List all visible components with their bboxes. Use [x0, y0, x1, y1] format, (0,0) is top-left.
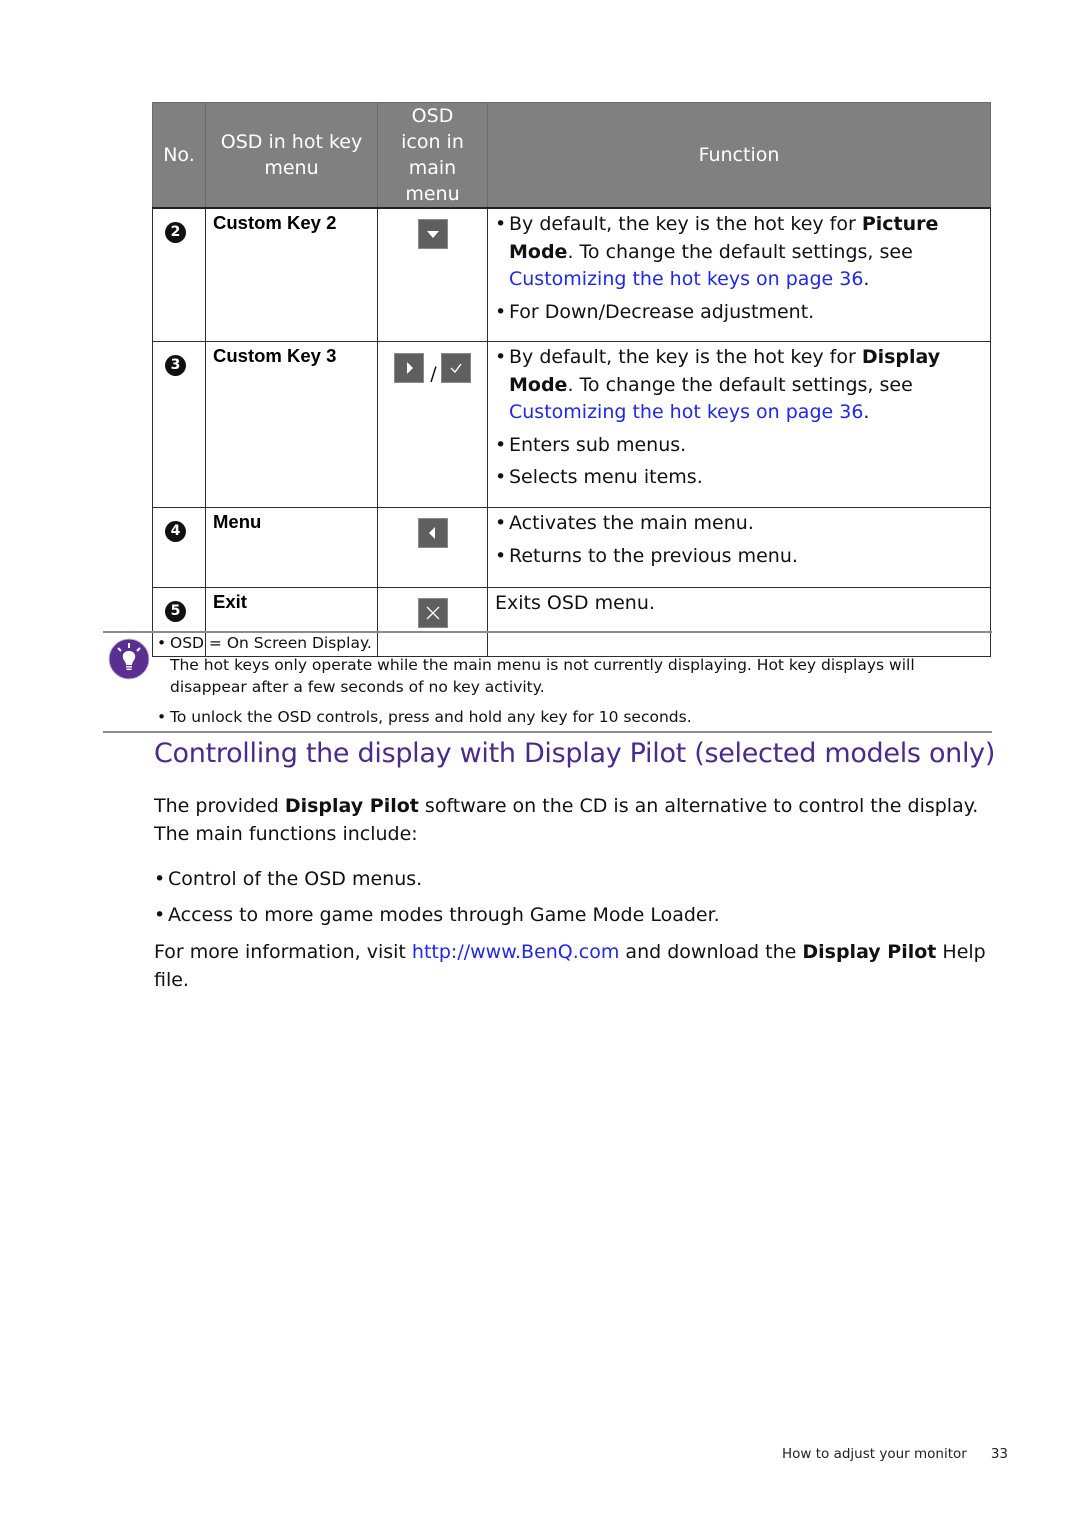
function-item: • By default, the key is the hot key for… [495, 346, 941, 423]
product-name: Display Pilot [802, 941, 937, 963]
note-continuation: The hot keys only operate while the main… [170, 656, 915, 696]
section-intro: The provided Display Pilot software on t… [154, 795, 979, 845]
note-item: • To unlock the OSD controls, press and h… [157, 708, 692, 726]
icon-separator: / [430, 363, 437, 385]
header-icon: OSD icon in main menu [377, 102, 488, 209]
row-number-badge: 3 [165, 355, 186, 376]
feature-bullet: • Access to more game modes through Game … [154, 904, 720, 926]
right-arrow-icon [394, 353, 425, 383]
customizing-hot-keys-link[interactable]: Customizing the hot keys on page 36 [509, 268, 863, 290]
function-text: Exits OSD menu. [495, 592, 655, 614]
customizing-hot-keys-link[interactable]: Customizing the hot keys on page 36 [509, 401, 863, 423]
function-item: • Activates the main menu. [495, 512, 754, 534]
down-arrow-icon [417, 219, 448, 249]
hot-key-label: Menu [213, 511, 262, 532]
header-hot-key: OSD in hot key menu [205, 102, 378, 209]
check-icon [440, 353, 471, 383]
note-block: • OSD = On Screen Display. The hot keys o… [157, 632, 992, 728]
row-number-badge: 5 [165, 601, 186, 622]
page-number: 33 [990, 1446, 1009, 1462]
hot-key-label: Exit [213, 591, 247, 612]
more-info-text: For more information, visit http://www.B… [154, 941, 986, 991]
benq-website-link[interactable]: http://www.BenQ.com [412, 941, 619, 963]
function-item: • For Down/Decrease adjustment. [495, 300, 815, 323]
function-item: • Returns to the previous menu. [495, 544, 798, 567]
left-arrow-icon [417, 518, 448, 548]
product-name: Display Pilot [284, 795, 419, 817]
function-item: • Selects menu items. [495, 466, 703, 488]
header-icon-label: OSD icon in main menu [401, 105, 464, 205]
section-title: Controlling the display with Display Pil… [154, 738, 996, 769]
row-number-badge: 4 [165, 521, 186, 542]
hot-key-label: Custom Key 2 [213, 212, 337, 233]
close-icon [417, 598, 448, 628]
chapter-title: How to adjust your monitor [782, 1446, 967, 1462]
feature-bullet: • Control of the OSD menus. [154, 868, 423, 890]
table-row: 3 Custom Key 3 / • By default, the key i… [152, 341, 991, 508]
lightbulb-icon [108, 638, 150, 680]
hot-key-label: Custom Key 3 [213, 345, 337, 366]
header-no: No. [152, 102, 206, 209]
header-hot-key-label: OSD in hot key menu [220, 131, 363, 179]
note-bottom-divider [103, 731, 992, 733]
table-row: 4 Menu • Activates the main menu. • Return… [152, 507, 991, 588]
page-footer: How to adjust your monitor 33 [782, 1446, 1008, 1462]
function-item: • By default, the key is the hot key for… [495, 213, 939, 290]
table-header-row: No. OSD in hot key menu OSD icon in main… [152, 102, 991, 209]
row-number-badge: 2 [165, 222, 186, 243]
function-item: • Enters sub menus. [495, 433, 687, 456]
note-item: • OSD = On Screen Display. [157, 634, 372, 652]
header-function: Function [487, 102, 991, 209]
table-row: 2 Custom Key 2 • By default, the key is … [152, 207, 991, 342]
osd-key-table: No. OSD in hot key menu OSD icon in main… [152, 102, 991, 657]
